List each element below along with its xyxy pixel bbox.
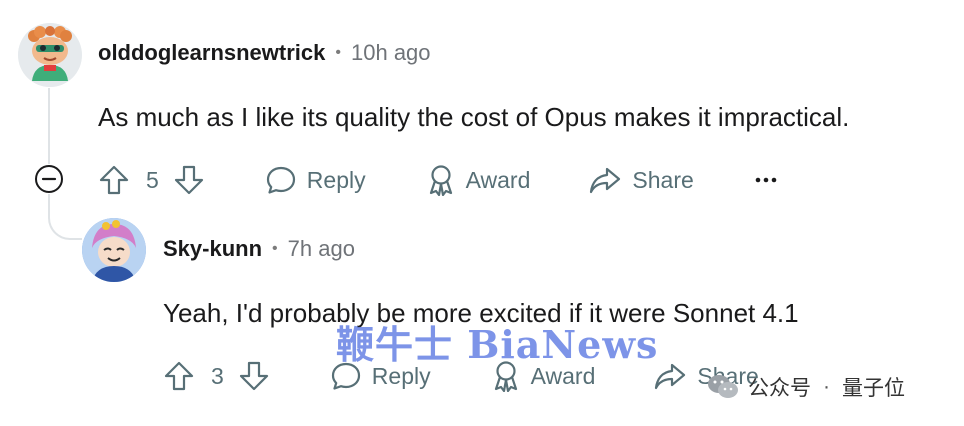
reply-label: Reply — [306, 166, 366, 193]
vote-count: 3 — [211, 362, 224, 389]
award-button[interactable]: Award — [426, 164, 531, 196]
wechat-icon — [706, 373, 740, 401]
ellipsis-icon — [755, 177, 777, 183]
share-arrow-icon — [655, 363, 686, 390]
thread-line — [48, 88, 50, 165]
comment-header: olddoglearnsnewtrick • 10h ago — [98, 40, 431, 66]
avatar[interactable] — [18, 23, 82, 87]
watermark-account: 公众号 · 量子位 — [706, 372, 905, 402]
watermark-platform: 公众号 — [748, 377, 811, 400]
avatar[interactable] — [82, 218, 146, 282]
watermark-account-name: 量子位 — [842, 377, 905, 400]
more-options-button[interactable] — [754, 175, 778, 185]
avatar-image — [18, 23, 82, 87]
comment-action-bar: 5 Reply Award Share — [98, 160, 778, 200]
thread-branch-line — [48, 194, 82, 240]
separator-dot: • — [272, 240, 278, 257]
comment-header: Sky-kunn • 7h ago — [163, 236, 355, 262]
comment-body: As much as I like its quality the cost o… — [98, 102, 850, 132]
separator-dot: • — [335, 44, 341, 61]
award-label: Award — [465, 166, 531, 193]
timestamp[interactable]: 7h ago — [288, 236, 355, 262]
downvote-icon[interactable] — [238, 360, 270, 392]
username[interactable]: Sky-kunn — [163, 236, 262, 262]
share-button[interactable]: Share — [588, 164, 694, 196]
collapse-thread-button[interactable] — [34, 164, 64, 194]
watermark-separator: · — [823, 375, 830, 398]
upvote-icon[interactable] — [98, 164, 130, 196]
timestamp[interactable]: 10h ago — [351, 40, 431, 66]
comment-thread: olddoglearnsnewtrick • 10h ago As much a… — [0, 0, 964, 426]
avatar-image — [82, 218, 146, 282]
award-icon — [429, 165, 452, 196]
watermark-logo: 鞭牛士 BiaNews — [336, 322, 659, 367]
reply-button[interactable]: Reply — [265, 164, 366, 196]
share-arrow-icon — [590, 167, 621, 194]
share-label: Share — [632, 166, 694, 193]
vote-count: 5 — [146, 166, 159, 193]
username[interactable]: olddoglearnsnewtrick — [98, 40, 325, 66]
chat-bubble-icon — [266, 166, 295, 194]
minus-circle-icon — [35, 165, 63, 193]
upvote-icon[interactable] — [163, 360, 195, 392]
downvote-icon[interactable] — [173, 164, 205, 196]
